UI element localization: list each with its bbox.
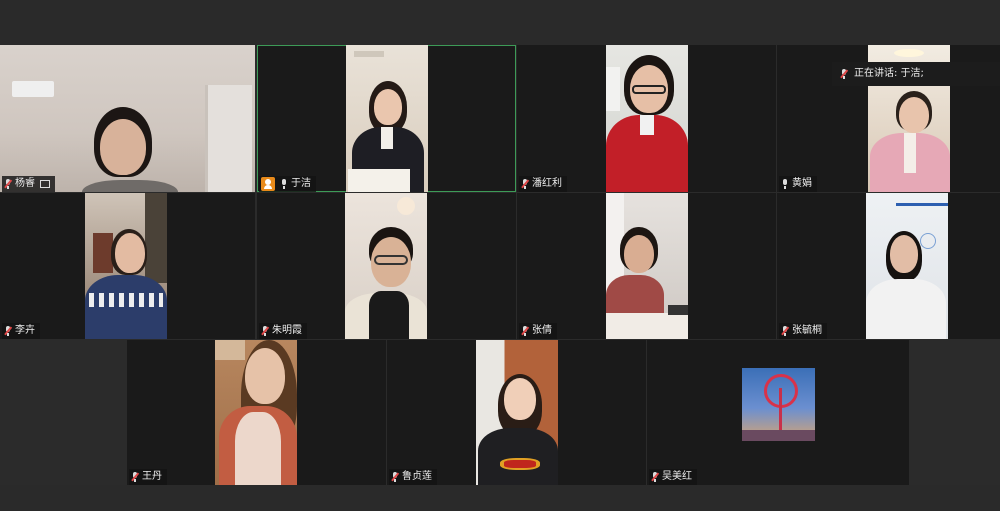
participant-label: 鲁贞莲 xyxy=(389,469,437,485)
microphone-muted-icon xyxy=(261,326,269,336)
participant-label: 于洁 xyxy=(259,176,316,192)
participant-video xyxy=(0,45,255,192)
participant-label: 潘红利 xyxy=(519,176,567,192)
host-badge-icon xyxy=(261,177,275,191)
participant-video xyxy=(215,340,297,485)
microphone-icon xyxy=(781,179,789,189)
participant-video xyxy=(866,193,948,339)
participant-name: 李卉 xyxy=(15,325,35,336)
video-tile[interactable]: 王丹 xyxy=(127,340,386,485)
participant-name: 潘红利 xyxy=(532,178,562,189)
participant-label: 张毓桐 xyxy=(779,323,827,339)
microphone-muted-icon xyxy=(4,179,12,189)
participant-video xyxy=(346,45,428,192)
participant-video xyxy=(85,193,167,339)
video-tile[interactable]: 潘红利 xyxy=(517,45,776,192)
participant-label: 朱明霞 xyxy=(259,323,307,339)
microphone-muted-icon xyxy=(521,179,529,189)
participant-name: 于洁 xyxy=(291,178,311,189)
microphone-muted-icon xyxy=(521,326,529,336)
speaking-indicator: 正在讲话: 于洁; xyxy=(832,62,1000,86)
avatar xyxy=(742,368,815,441)
participant-name: 王丹 xyxy=(142,471,162,482)
participant-label: 杨睿 xyxy=(2,176,55,192)
video-grid: 杨睿 于洁 潘红利 黄娟 李卉 朱明霞 张倩 张毓桐 王丹 鲁贞莲 吴美红 xyxy=(0,45,1000,485)
video-tile[interactable]: 朱明霞 xyxy=(257,193,516,339)
participant-label: 黄娟 xyxy=(779,176,817,192)
top-bar xyxy=(0,0,1000,45)
microphone-muted-icon xyxy=(781,326,789,336)
microphone-muted-icon xyxy=(131,472,139,482)
video-tile-active-speaker[interactable]: 于洁 xyxy=(257,45,516,192)
camera-icon xyxy=(40,180,50,188)
participant-label: 吴美红 xyxy=(649,469,697,485)
video-tile[interactable]: 鲁贞莲 xyxy=(387,340,646,485)
participant-video xyxy=(606,193,688,339)
video-tile[interactable]: 杨睿 xyxy=(0,45,255,192)
participant-video xyxy=(606,45,688,192)
participant-name: 朱明霞 xyxy=(272,325,302,336)
participant-name: 黄娟 xyxy=(792,178,812,189)
participant-video xyxy=(345,193,427,339)
microphone-muted-icon xyxy=(651,472,659,482)
participant-name: 吴美红 xyxy=(662,471,692,482)
participant-name: 张倩 xyxy=(532,325,552,336)
participant-label: 王丹 xyxy=(129,469,167,485)
video-tile[interactable]: 李卉 xyxy=(0,193,255,339)
participant-name: 杨睿 xyxy=(15,178,35,189)
microphone-muted-icon xyxy=(4,326,12,336)
video-tile[interactable]: 张倩 xyxy=(517,193,776,339)
video-tile[interactable]: 吴美红 xyxy=(647,340,909,485)
bottom-bar xyxy=(0,485,1000,511)
microphone-muted-icon xyxy=(391,472,399,482)
participant-label: 李卉 xyxy=(2,323,40,339)
video-tile[interactable]: 张毓桐 xyxy=(777,193,1000,339)
participant-label: 张倩 xyxy=(519,323,557,339)
participant-name: 张毓桐 xyxy=(792,325,822,336)
participant-video xyxy=(476,340,558,485)
participant-name: 鲁贞莲 xyxy=(402,471,432,482)
microphone-icon xyxy=(280,179,288,189)
microphone-muted-icon xyxy=(840,69,848,79)
speaking-text: 正在讲话: 于洁; xyxy=(854,68,924,79)
